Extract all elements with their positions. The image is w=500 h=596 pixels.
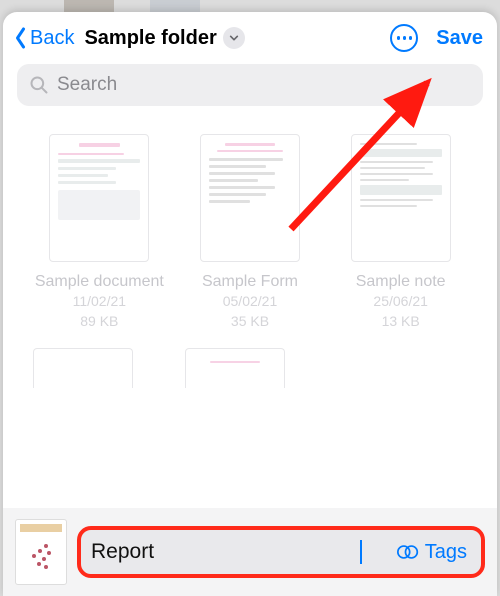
file-name: Sample document [35,272,164,291]
new-file-thumbnail [15,519,67,585]
tags-icon [397,543,419,561]
file-item[interactable]: Sample note 25/06/21 13 KB [334,134,467,330]
file-thumbnail-partial[interactable] [33,348,133,388]
filename-field-highlight: Tags [77,526,485,578]
search-field[interactable] [17,64,483,106]
tags-label: Tags [425,541,467,564]
file-item[interactable]: Sample Form 05/02/21 35 KB [184,134,317,330]
save-file-sheet: Back Sample folder Save [3,12,497,596]
file-thumbnail [351,134,451,262]
ellipsis-icon [397,36,413,40]
search-icon [29,75,49,95]
folder-picker-button[interactable] [223,27,245,49]
chevron-down-icon [229,33,239,43]
back-label: Back [30,27,74,50]
nav-bar: Back Sample folder Save [3,12,497,60]
file-thumbnail [49,134,149,262]
more-options-button[interactable] [390,24,418,52]
file-date: 25/06/21 [373,293,428,311]
filename-bar: Tags [3,508,497,596]
file-size: 89 KB [80,313,118,331]
file-date: 05/02/21 [223,293,278,311]
filename-input[interactable] [91,540,362,564]
file-item[interactable]: Sample document 11/02/21 89 KB [33,134,166,330]
file-date: 11/02/21 [73,293,126,311]
file-thumbnail-partial[interactable] [185,348,285,388]
folder-title: Sample folder [84,27,216,50]
text-cursor [360,540,362,564]
search-input[interactable] [57,74,471,96]
back-button[interactable]: Back [13,26,74,50]
save-button[interactable]: Save [436,27,483,50]
file-name: Sample note [356,272,446,291]
tags-button[interactable]: Tags [397,541,467,564]
file-size: 13 KB [382,313,420,331]
file-grid: Sample document 11/02/21 89 KB Sample Fo… [3,116,497,330]
file-thumbnail [200,134,300,262]
file-name: Sample Form [202,272,298,291]
chevron-left-icon [13,26,28,50]
file-size: 35 KB [231,313,269,331]
